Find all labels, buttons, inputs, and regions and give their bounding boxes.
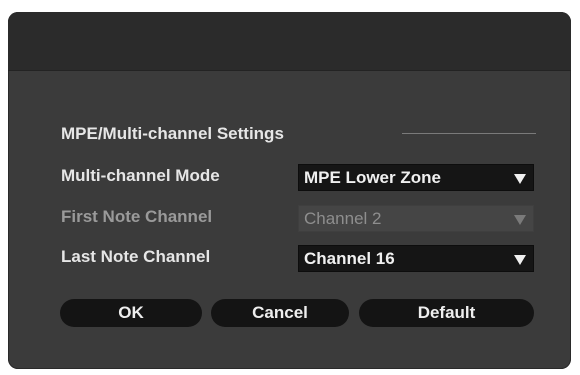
ok-button[interactable]: OK	[60, 299, 202, 327]
last-note-channel-select[interactable]: Channel 16	[298, 245, 534, 272]
default-button[interactable]: Default	[359, 299, 534, 327]
first-note-channel-select: Channel 2	[298, 205, 534, 232]
last-note-channel-label: Last Note Channel	[61, 247, 211, 266]
dropdown-arrow-icon	[514, 215, 526, 225]
multi-channel-mode-label: Multi-channel Mode	[61, 166, 220, 185]
cancel-button[interactable]: Cancel	[211, 299, 349, 327]
section-divider	[402, 133, 536, 134]
first-note-channel-label: First Note Channel	[61, 207, 213, 226]
first-note-channel-value: Channel 2	[304, 209, 382, 228]
multi-channel-mode-value: MPE Lower Zone	[304, 168, 441, 187]
dialog-titlebar[interactable]	[8, 12, 571, 71]
dropdown-arrow-icon	[514, 174, 526, 184]
section-title: MPE/Multi-channel Settings	[61, 124, 284, 143]
multi-channel-mode-select[interactable]: MPE Lower Zone	[298, 164, 534, 191]
dropdown-arrow-icon	[514, 255, 526, 265]
last-note-channel-value: Channel 16	[304, 249, 395, 268]
mpe-settings-dialog: MPE/Multi-channel Settings Multi-channel…	[8, 12, 571, 369]
